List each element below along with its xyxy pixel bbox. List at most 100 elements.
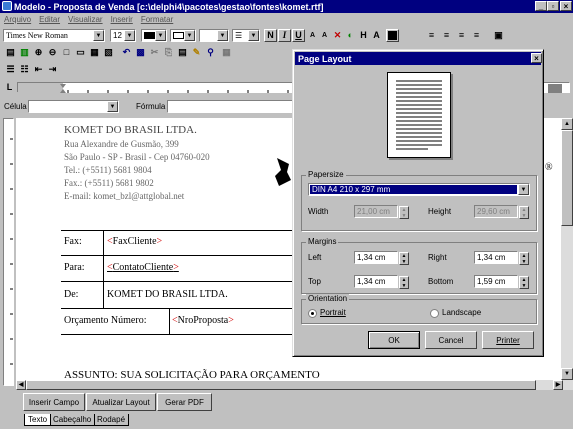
- new-doc-icon[interactable]: □: [60, 46, 73, 59]
- spinner-icon[interactable]: ▲ ▼: [519, 276, 529, 289]
- scroll-thumb[interactable]: [561, 130, 573, 226]
- menu-arquivo[interactable]: Arquivo: [4, 15, 31, 24]
- bold-button[interactable]: N: [264, 29, 277, 42]
- numbered-list-icon[interactable]: ☷: [18, 63, 31, 76]
- table-label: Para:: [64, 262, 85, 273]
- align-center-icon[interactable]: ≡: [440, 29, 453, 42]
- ok-button[interactable]: OK: [368, 331, 420, 349]
- indent-icon[interactable]: ⇥: [46, 63, 59, 76]
- menu-inserir[interactable]: Inserir: [111, 15, 133, 24]
- scroll-right-icon[interactable]: ▶: [553, 380, 563, 390]
- close-icon[interactable]: ×: [531, 53, 542, 63]
- open-icon[interactable]: ▭: [74, 46, 87, 59]
- zoom-out-icon[interactable]: ⊖: [46, 46, 59, 59]
- right-margin-input[interactable]: 1,34 cm ▲ ▼: [474, 251, 529, 265]
- font-size-select[interactable]: 12 ▼: [110, 29, 136, 42]
- text-color-select[interactable]: ▼: [141, 29, 167, 42]
- close-button[interactable]: ×: [560, 1, 572, 11]
- vertical-scrollbar[interactable]: ▲ ▼: [561, 118, 573, 380]
- vertical-ruler: [3, 118, 14, 386]
- background-color-select[interactable]: ▼: [170, 29, 196, 42]
- a-button[interactable]: A: [370, 29, 383, 42]
- save-icon[interactable]: ▣: [492, 29, 505, 42]
- zoom-in-icon[interactable]: ⊕: [32, 46, 45, 59]
- tab-texto[interactable]: Texto: [24, 414, 52, 426]
- table-field[interactable]: NroProposta: [172, 315, 234, 326]
- address-line: Tel.: (+5511) 5681 9804: [64, 165, 152, 175]
- spinner-icon[interactable]: ▲ ▼: [399, 252, 409, 265]
- portrait-radio[interactable]: [308, 309, 317, 318]
- spinner-icon: ▲ ▼: [399, 206, 409, 219]
- tab-rodape[interactable]: Rodapé: [94, 414, 130, 426]
- copy-icon[interactable]: ⎘: [162, 46, 175, 59]
- grid-icon[interactable]: ▦: [220, 46, 233, 59]
- border-select[interactable]: ☰ ▼: [232, 29, 260, 42]
- picture-icon[interactable]: ▩: [134, 46, 147, 59]
- font-name-select[interactable]: Times New Roman ▼: [3, 29, 105, 42]
- formula-input[interactable]: [167, 100, 293, 113]
- landscape-radio[interactable]: [430, 309, 439, 318]
- outdent-icon[interactable]: ⇤: [32, 63, 45, 76]
- format-painter-icon[interactable]: ✎: [190, 46, 203, 59]
- scroll-down-icon[interactable]: ▼: [561, 368, 573, 380]
- table-value: KOMET DO BRASIL LTDA.: [107, 289, 228, 300]
- table-field[interactable]: ContatoCliente: [107, 262, 179, 273]
- spinner-icon[interactable]: ▲ ▼: [399, 276, 409, 289]
- scroll-up-icon[interactable]: ▲: [561, 118, 573, 130]
- menu-editar[interactable]: Editar: [39, 15, 60, 24]
- table-field[interactable]: FaxCliente: [107, 236, 162, 247]
- printer-button[interactable]: Printer: [482, 331, 534, 349]
- h-button[interactable]: H: [357, 29, 370, 42]
- landscape-label[interactable]: Landscape: [442, 308, 481, 317]
- scroll-thumb[interactable]: [26, 380, 536, 390]
- maximize-button[interactable]: ▫: [547, 1, 559, 11]
- align-left-icon[interactable]: ≡: [425, 29, 438, 42]
- orientation-group-label: Orientation: [306, 294, 350, 303]
- top-margin-input[interactable]: 1,34 cm ▲ ▼: [354, 275, 409, 289]
- spinner-icon[interactable]: ▲ ▼: [519, 252, 529, 265]
- table-icon[interactable]: ▤: [4, 46, 17, 59]
- papersize-select[interactable]: DIN A4 210 x 297 mm ▼: [308, 183, 530, 196]
- chevron-down-icon: ▼: [217, 30, 228, 41]
- italic-button[interactable]: I: [278, 29, 291, 42]
- style-select[interactable]: ▼: [199, 29, 229, 42]
- bullet-list-icon[interactable]: ☰: [4, 63, 17, 76]
- strike-icon[interactable]: ✕: [331, 29, 344, 42]
- horizontal-scrollbar[interactable]: ◀ ▶: [16, 380, 573, 390]
- chevron-down-icon: ▼: [184, 30, 195, 41]
- align-right-icon[interactable]: ≡: [455, 29, 468, 42]
- chevron-down-icon: ▼: [248, 30, 259, 41]
- top-margin-label: Top: [308, 277, 321, 286]
- papersize-value: DIN A4 210 x 297 mm: [310, 185, 517, 194]
- registered-mark: ®: [545, 162, 553, 173]
- subscript-button[interactable]: A: [318, 29, 331, 42]
- sheet-icon[interactable]: ▥: [18, 46, 31, 59]
- black-fill-icon[interactable]: [386, 29, 399, 42]
- generate-pdf-button[interactable]: Gerar PDF: [157, 393, 212, 411]
- tab-stop-icon[interactable]: L: [3, 81, 16, 94]
- left-margin-input[interactable]: 1,34 cm ▲ ▼: [354, 251, 409, 265]
- highlight-icon[interactable]: ◐: [344, 29, 357, 42]
- portrait-label[interactable]: Portrait: [320, 308, 346, 317]
- cell-select[interactable]: ▼: [28, 100, 119, 113]
- insert-field-button[interactable]: Inserir Campo: [23, 393, 85, 411]
- paste-icon[interactable]: ▤: [176, 46, 189, 59]
- tab-cabecalho[interactable]: Cabeçalho: [50, 414, 96, 426]
- underline-button[interactable]: U: [292, 29, 305, 42]
- minimize-button[interactable]: _: [535, 1, 547, 11]
- update-layout-button[interactable]: Atualizar Layout: [86, 393, 156, 411]
- app-icon: [2, 1, 12, 11]
- print-icon[interactable]: ▦: [88, 46, 101, 59]
- undo-icon[interactable]: ↶: [120, 46, 133, 59]
- cut-icon[interactable]: ✂: [148, 46, 161, 59]
- cancel-button[interactable]: Cancel: [425, 331, 477, 349]
- justify-icon[interactable]: ≡: [470, 29, 483, 42]
- menu-formatar[interactable]: Formatar: [141, 15, 173, 24]
- table-row: De: KOMET DO BRASIL LTDA.: [61, 282, 301, 309]
- table-row: Para: ContatoCliente: [61, 256, 301, 282]
- search-icon[interactable]: ⚲: [204, 46, 217, 59]
- bottom-margin-input[interactable]: 1,59 cm ▲ ▼: [474, 275, 529, 289]
- menu-visualizar[interactable]: Visualizar: [68, 15, 103, 24]
- print-preview-icon[interactable]: ▧: [102, 46, 115, 59]
- scroll-left-icon[interactable]: ◀: [16, 380, 26, 390]
